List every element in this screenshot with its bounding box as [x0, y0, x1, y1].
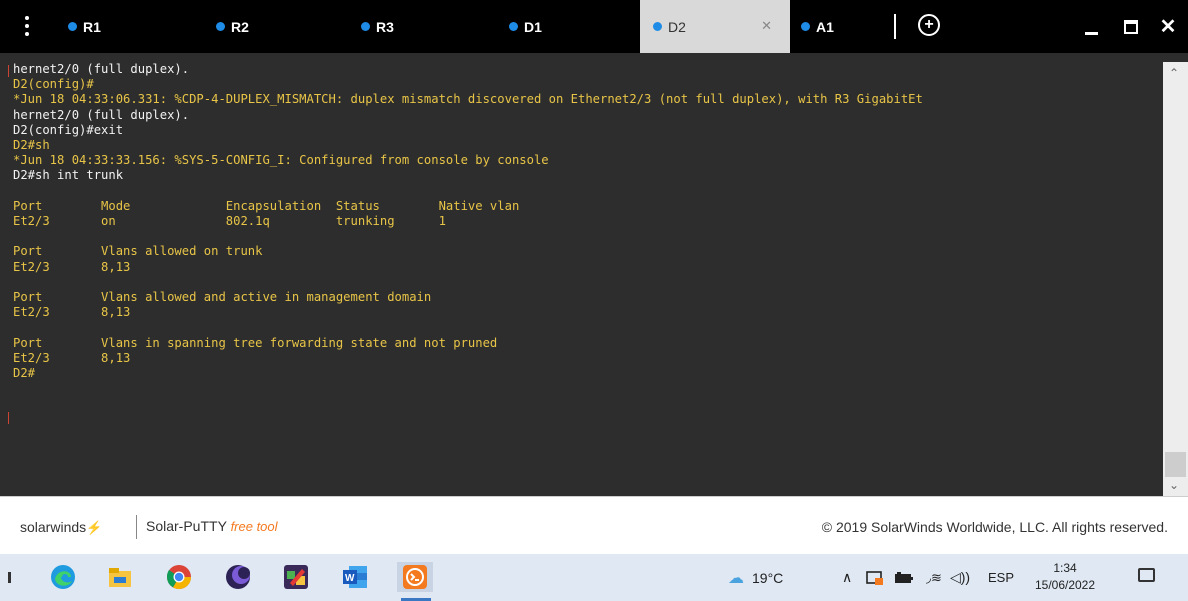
volume-icon[interactable]: ◁)) [950, 554, 970, 601]
terminal-line: *Jun 18 04:33:06.331: %CDP-4-DUPLEX_MISM… [13, 92, 923, 107]
notification-icon[interactable] [1138, 568, 1155, 582]
edge-icon[interactable] [48, 562, 78, 592]
tab-a1[interactable]: A1 [801, 0, 891, 53]
maximize-button[interactable] [1111, 0, 1151, 53]
terminal-line: D2(config)#exit [13, 122, 124, 137]
tab-r1[interactable]: R1 [68, 0, 208, 53]
scroll-up-icon[interactable]: ⌃ [1169, 66, 1179, 80]
battery-icon[interactable] [894, 554, 914, 601]
status-dot-icon [216, 22, 225, 31]
status-dot-icon [801, 22, 810, 31]
maximize-icon [1124, 19, 1138, 34]
tab-r3[interactable]: R3 [361, 0, 501, 53]
new-tab-icon[interactable]: + [918, 14, 940, 36]
tab-label: R2 [231, 18, 249, 35]
weather-temp: 19°C [752, 569, 784, 586]
tab-label: A1 [816, 18, 834, 35]
chrome-icon[interactable] [164, 562, 194, 592]
menu-icon[interactable] [20, 14, 34, 38]
tab-d2[interactable]: D2 ✕ [640, 0, 790, 53]
clock[interactable]: 1:34 15/06/2022 [1030, 560, 1100, 594]
language-indicator[interactable]: ESP [988, 554, 1014, 601]
terminal-line: Et2/3 on 802.1q trunking 1 [13, 214, 446, 229]
taskbar: W ☁ 19°C ∧ ◞≋ ◁)) ESP 1:34 15/06/2022 [0, 554, 1188, 601]
chevron-up-icon: ∧ [842, 569, 853, 585]
clock-time: 1:34 [1053, 561, 1077, 575]
tab-r2[interactable]: R2 [216, 0, 356, 53]
app-name: Solar-PuTTY free tool [146, 518, 278, 534]
scrollbar-thumb[interactable] [1165, 452, 1186, 477]
paint-icon[interactable] [281, 562, 311, 592]
tab-label: R3 [376, 18, 394, 35]
terminal-line: D2#sh int trunk [13, 168, 124, 183]
logo-text: solarwinds [20, 519, 87, 535]
terminal-line: Port Mode Encapsulation Status Native vl… [13, 198, 520, 213]
terminal-line: D2(config)# [13, 77, 94, 92]
status-dot-icon [509, 22, 518, 31]
terminal-line: D2#sh [13, 138, 50, 153]
terminal-text: hernet2/0 (full duplex). D2(config)# *Jun … [9, 62, 1161, 381]
close-window-button[interactable]: ✕ [1148, 0, 1188, 53]
tab-label: R1 [83, 18, 101, 35]
terminal-line: *Jun 18 04:33:33.156: %SYS-5-CONFIG_I: C… [13, 153, 549, 168]
weather-widget[interactable]: ☁ 19°C [728, 554, 783, 601]
solarwinds-logo: solarwinds⚡ [20, 519, 102, 536]
tab-bar: R1 R2 R3 D1 D2 ✕ A1 + ✕ [0, 0, 1188, 53]
terminal-line: Et2/3 8,13 [13, 305, 131, 320]
terminal-line: Port Vlans allowed and active in managem… [13, 290, 432, 305]
close-tab-icon[interactable]: ✕ [761, 18, 772, 34]
terminal-line: Port Vlans allowed on trunk [13, 244, 263, 259]
solar-putty-icon[interactable] [397, 562, 433, 592]
file-explorer-icon[interactable] [105, 562, 135, 592]
minimize-icon [1084, 32, 1098, 35]
scrollbar[interactable] [1163, 62, 1188, 496]
minimize-button[interactable] [1071, 0, 1111, 53]
tab-label: D2 [668, 18, 686, 35]
wifi-icon[interactable]: ◞≋ [926, 554, 942, 601]
flame-icon: ⚡ [86, 520, 103, 535]
tab-separator [894, 14, 896, 39]
terminal-line: hernet2/0 (full duplex). [13, 62, 190, 76]
tab-d1[interactable]: D1 [509, 0, 639, 53]
app-name-label: Solar-PuTTY [146, 518, 227, 534]
show-hidden-icons-button[interactable]: ∧ [842, 554, 852, 601]
tab-label: D1 [524, 18, 542, 35]
terminal-line: Port Vlans in spanning tree forwarding s… [13, 335, 498, 350]
start-edge [8, 572, 11, 583]
terminal-line: D2# [13, 366, 36, 381]
scroll-down-icon[interactable]: ⌄ [1169, 478, 1179, 492]
word-icon[interactable]: W [340, 562, 370, 592]
eclipse-icon[interactable] [223, 562, 253, 592]
terminal-line: Et2/3 8,13 [13, 259, 131, 274]
status-dot-icon [361, 22, 370, 31]
clock-date: 15/06/2022 [1034, 578, 1096, 592]
status-dot-icon [68, 22, 77, 31]
close-icon: ✕ [1159, 16, 1177, 38]
weather-icon: ☁ [728, 569, 744, 587]
app-footer: solarwinds⚡ Solar-PuTTY free tool © 2019… [0, 496, 1188, 555]
tray-app-icon[interactable] [866, 554, 884, 601]
terminal-line: Et2/3 8,13 [13, 350, 131, 365]
terminal-output[interactable]: hernet2/0 (full duplex). D2(config)# *Jun … [9, 62, 1161, 494]
footer-divider [136, 515, 137, 539]
copyright-text: © 2019 SolarWinds Worldwide, LLC. All ri… [821, 519, 1168, 535]
status-dot-icon [653, 22, 662, 31]
terminal-line: hernet2/0 (full duplex). [13, 107, 190, 122]
free-tool-tag: free tool [230, 519, 278, 534]
svg-text:W: W [345, 573, 355, 584]
